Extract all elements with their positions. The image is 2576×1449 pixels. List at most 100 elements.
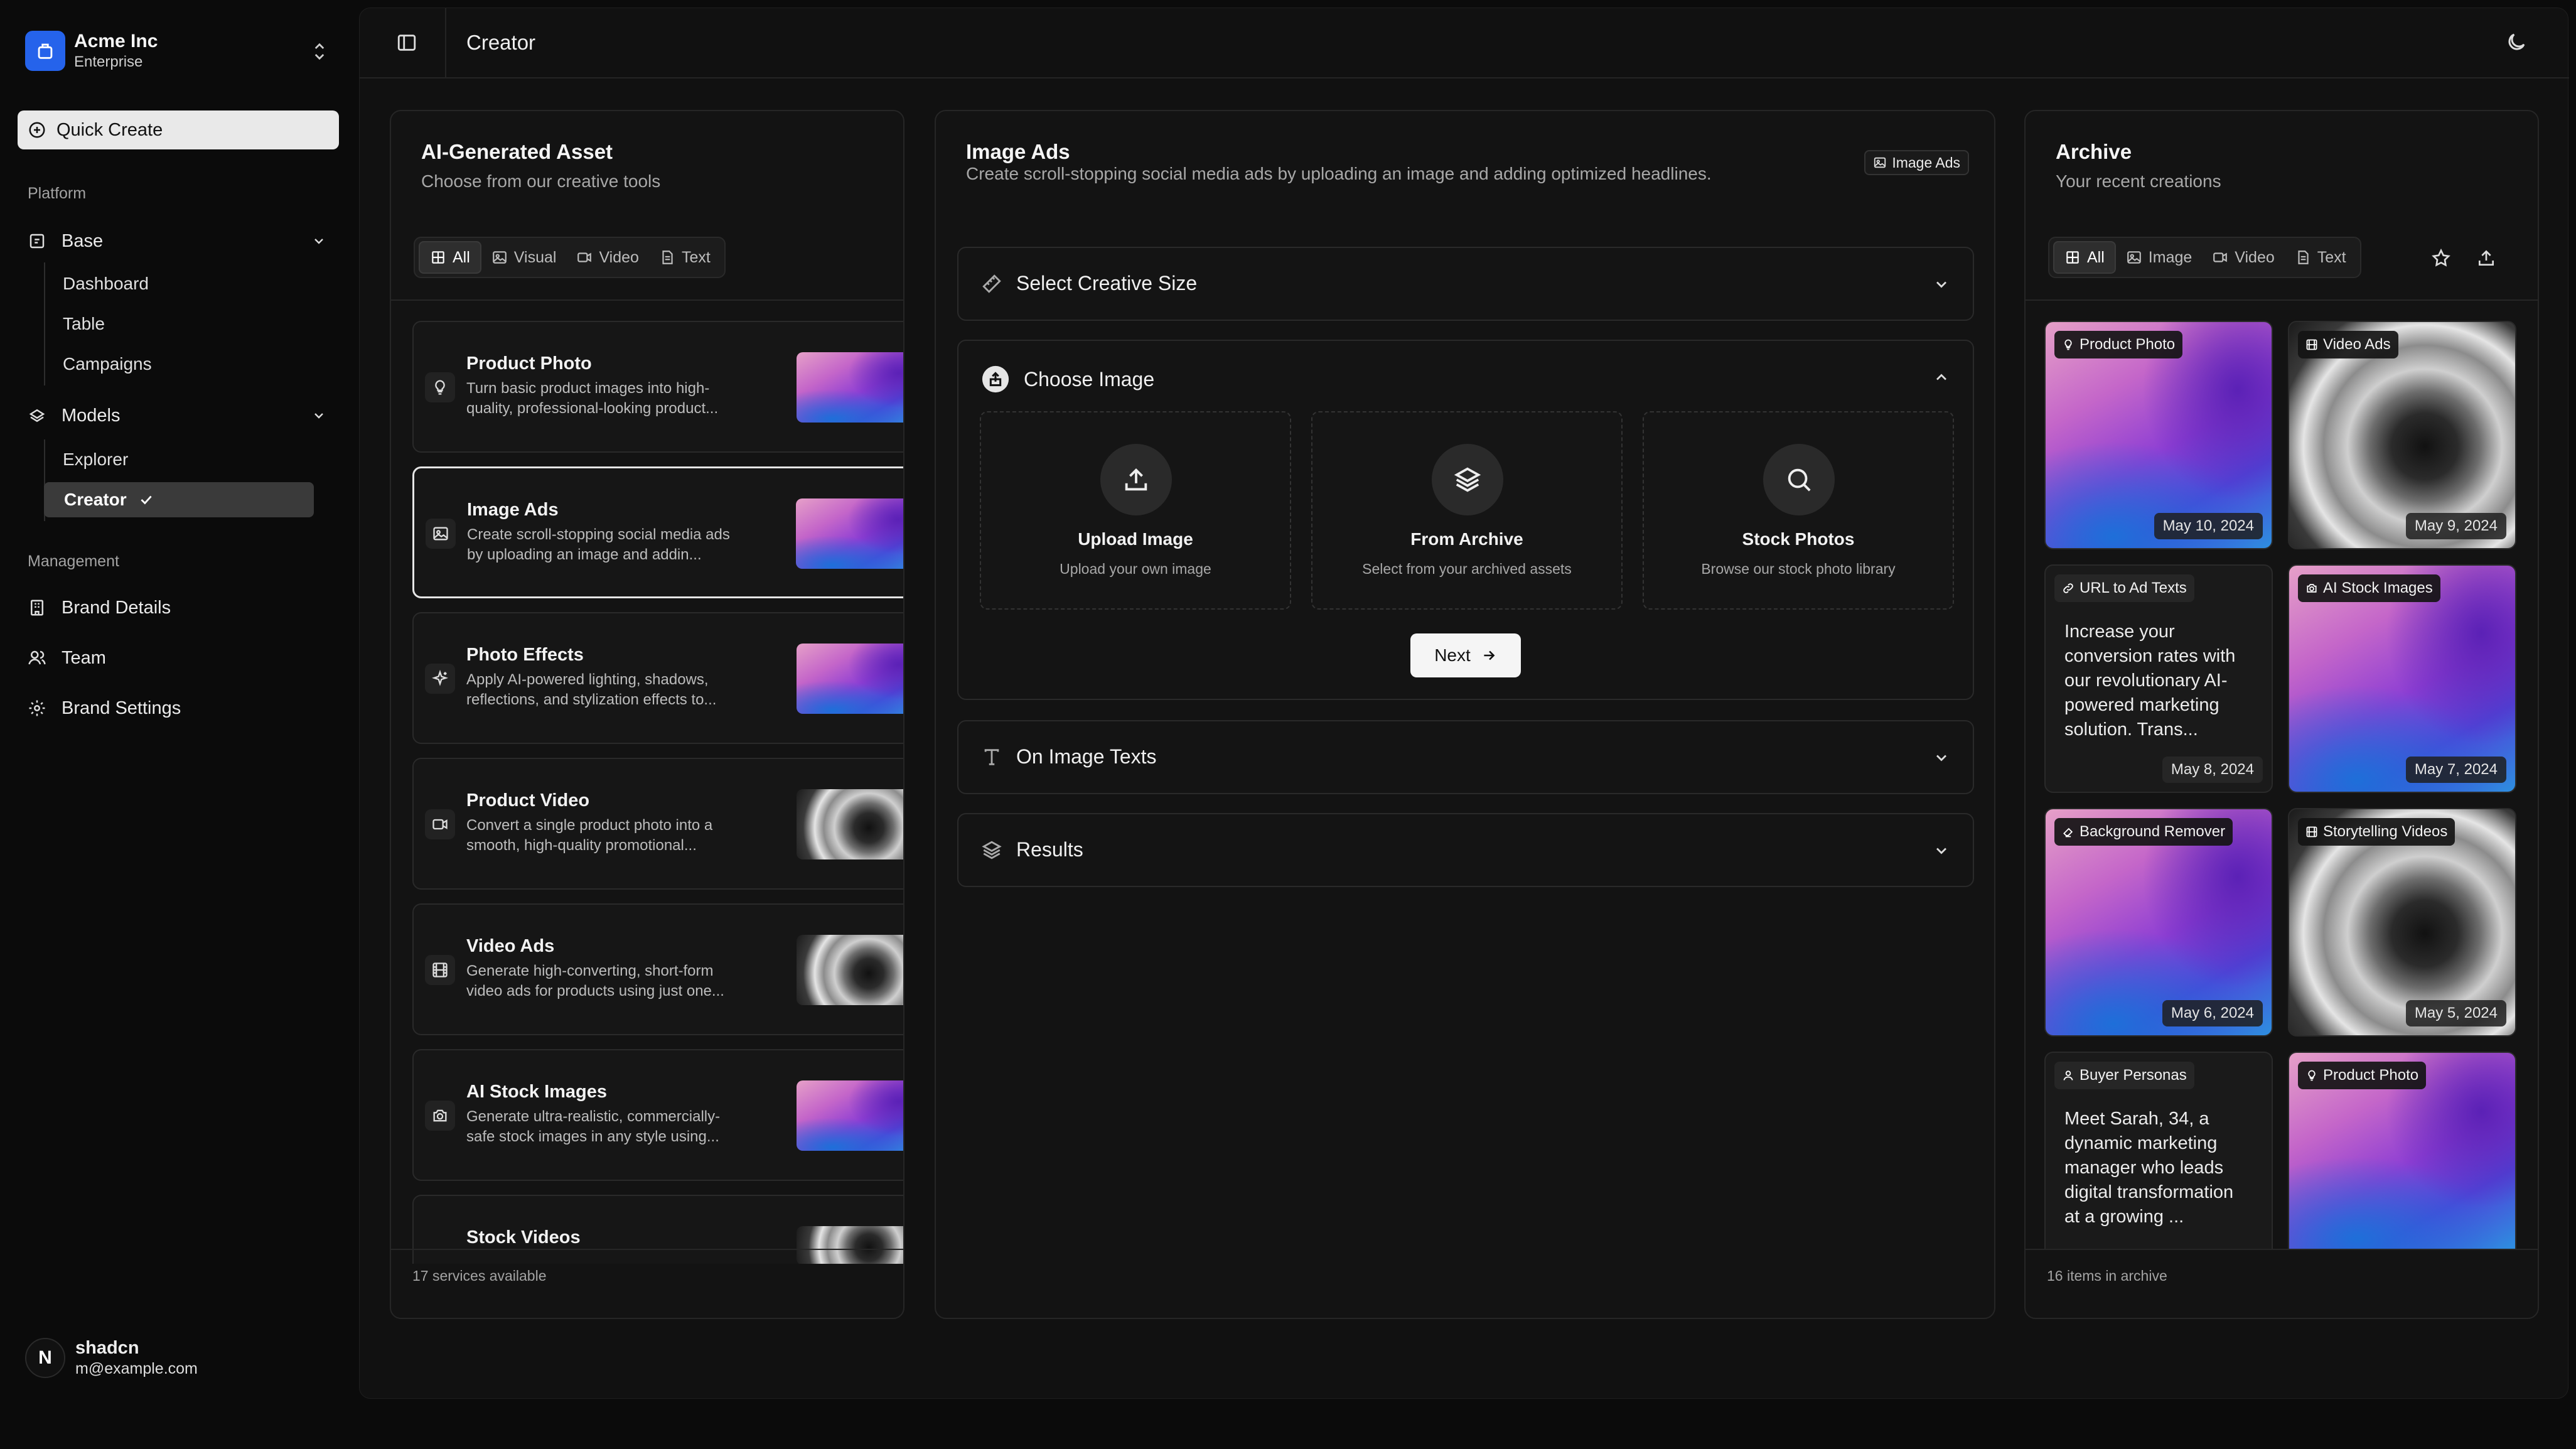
service-card-video-ads[interactable]: Video Ads Generate high-converting, shor…	[412, 903, 903, 1035]
upload-icon	[1100, 444, 1172, 515]
archive-tile[interactable]: Storytelling Videos May 5, 2024	[2288, 808, 2516, 1037]
service-card-thumbnail	[796, 498, 903, 569]
sidebar-item-explorer[interactable]: Explorer	[63, 442, 128, 477]
team-logo-icon	[25, 31, 65, 71]
topbar: Creator	[360, 8, 2569, 78]
service-card-image-ads[interactable]: Image Ads Create scroll-stopping social …	[412, 466, 903, 598]
section-select-creative-size[interactable]: Select Creative Size	[957, 247, 1974, 321]
video-icon	[425, 809, 455, 839]
sidebar-toggle-button[interactable]	[396, 32, 417, 53]
sidebar-item-models[interactable]: Models	[28, 397, 335, 434]
star-icon	[2432, 248, 2450, 267]
service-card-photo-effects[interactable]: Photo Effects Apply AI-powered lighting,…	[412, 612, 903, 744]
chevron-down-icon	[1936, 755, 1946, 762]
user-name: shadcn	[75, 1338, 139, 1358]
service-card-product-photo[interactable]: Product Photo Turn basic product images …	[412, 321, 903, 453]
tab-all[interactable]: All	[2053, 241, 2116, 274]
team-switcher[interactable]: Acme Inc Enterprise	[25, 28, 333, 74]
layers-icon	[1432, 444, 1503, 515]
service-card-stock-videos[interactable]: Stock Videos	[412, 1195, 903, 1264]
tab-video[interactable]: Video	[2202, 241, 2285, 274]
archive-tile[interactable]: URL to Ad Texts Increase your conversion…	[2044, 564, 2273, 793]
theme-toggle-button[interactable]	[2505, 31, 2528, 53]
option-upload-image[interactable]: Upload Image Upload your own image	[980, 411, 1291, 610]
tab-video[interactable]: Video	[566, 241, 649, 274]
archive-tile[interactable]: AI Stock Images May 7, 2024	[2288, 564, 2516, 793]
tab-text-label: Text	[2317, 248, 2346, 266]
archive-tile[interactable]: Buyer Personas Meet Sarah, 34, a dynamic…	[2044, 1052, 2273, 1249]
tab-visual[interactable]: Visual	[481, 241, 567, 274]
grid-icon	[432, 251, 444, 264]
favorites-button[interactable]	[2423, 240, 2459, 276]
check-icon	[141, 495, 152, 505]
film-icon	[2306, 339, 2317, 350]
tab-image[interactable]: Image	[2116, 241, 2202, 274]
user-icon	[2063, 1070, 2073, 1080]
sidebar-item-base-label: Base	[62, 230, 104, 251]
sidebar-item-table[interactable]: Table	[63, 306, 105, 342]
layers-icon	[982, 841, 1002, 859]
chevron-up-icon[interactable]	[1933, 369, 1950, 386]
asset-footer-divider	[391, 1249, 903, 1250]
section-title: Choose Image	[1024, 367, 1155, 391]
archive-tile-text: Meet Sarah, 34, a dynamic marketing mana…	[2064, 1109, 2234, 1227]
sidebar-item-creator[interactable]: Creator	[44, 482, 314, 517]
section-results[interactable]: Results	[957, 813, 1974, 887]
asset-panel-subtitle: Choose from our creative tools	[421, 171, 661, 191]
tab-visual-label: Visual	[513, 248, 557, 266]
camera-icon	[425, 1101, 455, 1131]
tab-text[interactable]: Text	[649, 241, 721, 274]
archive-tile[interactable]: Product Photo	[2288, 1052, 2516, 1249]
archive-tile-date: May 10, 2024	[2154, 513, 2263, 539]
tab-text[interactable]: Text	[2285, 241, 2356, 274]
service-card-title: Stock Videos	[466, 1227, 581, 1247]
sidebar-item-brand-details[interactable]: Brand Details	[28, 589, 335, 627]
archive-tile-tag: Storytelling Videos	[2298, 818, 2455, 846]
archive-tile-tag: Product Photo	[2298, 1062, 2427, 1089]
section-on-image-texts[interactable]: On Image Texts	[957, 720, 1974, 794]
tab-video-label: Video	[2235, 248, 2275, 266]
editor-badge-label: Image Ads	[1892, 154, 1960, 171]
service-card-thumbnail	[797, 935, 903, 1005]
service-card-product-video[interactable]: Product Video Convert a single product p…	[412, 758, 903, 890]
archive-panel: Archive Your recent creations All Image …	[2024, 110, 2539, 1319]
avatar: N	[25, 1338, 65, 1378]
option-from-archive[interactable]: From Archive Select from your archived a…	[1311, 411, 1623, 610]
sparkles-icon	[425, 664, 455, 694]
chevron-down-icon	[1936, 848, 1946, 854]
archive-tile[interactable]: Product Photo May 10, 2024	[2044, 321, 2273, 549]
service-card-desc: Generate ultra-realistic, commercially-s…	[466, 1108, 721, 1145]
lightbulb-icon	[2308, 1070, 2316, 1081]
file-text-icon	[662, 250, 673, 264]
quick-create-button[interactable]: Quick Create	[18, 110, 339, 149]
archive-tile-tag-label: Background Remover	[2080, 823, 2226, 840]
next-button[interactable]: Next	[1410, 633, 1521, 677]
archive-tile-date: May 8, 2024	[2162, 757, 2263, 783]
eraser-icon	[2063, 827, 2073, 838]
service-card-ai-stock-images[interactable]: AI Stock Images Generate ultra-realistic…	[412, 1049, 903, 1181]
service-card-title: Video Ads	[466, 936, 555, 956]
film-icon	[2306, 826, 2317, 838]
archive-tile-tag: Background Remover	[2054, 818, 2233, 846]
archive-tile[interactable]: Background Remover May 6, 2024	[2044, 808, 2273, 1037]
sidebar-item-dashboard[interactable]: Dashboard	[63, 266, 149, 301]
sidebar-item-base[interactable]: Base	[28, 222, 335, 260]
next-button-label: Next	[1434, 645, 1471, 665]
section-header[interactable]: Choose Image	[981, 365, 1154, 394]
archive-title: Archive	[2056, 140, 2132, 163]
chevron-down-icon	[314, 239, 323, 244]
platform-label: Platform	[28, 185, 87, 202]
sidebar-item-campaigns[interactable]: Campaigns	[63, 347, 152, 382]
archive-tile[interactable]: Video Ads May 9, 2024	[2288, 321, 2516, 549]
option-stock-photos[interactable]: Stock Photos Browse our stock photo libr…	[1643, 411, 1954, 610]
archive-tile-text: Increase your conversion rates with our …	[2064, 622, 2236, 740]
sidebar-item-brand-settings[interactable]: Brand Settings	[28, 689, 335, 727]
export-button[interactable]	[2469, 240, 2504, 276]
sidebar-item-team[interactable]: Team	[28, 639, 335, 677]
service-card-desc: Generate high-converting, short-form vid…	[466, 962, 724, 999]
archive-count: 16 items in archive	[2047, 1268, 2167, 1284]
archive-tile-tag-label: Storytelling Videos	[2323, 823, 2448, 840]
archive-tile-tag: AI Stock Images	[2298, 574, 2440, 602]
tab-all[interactable]: All	[419, 241, 481, 274]
user-menu[interactable]: N shadcn m@example.com	[25, 1337, 198, 1379]
